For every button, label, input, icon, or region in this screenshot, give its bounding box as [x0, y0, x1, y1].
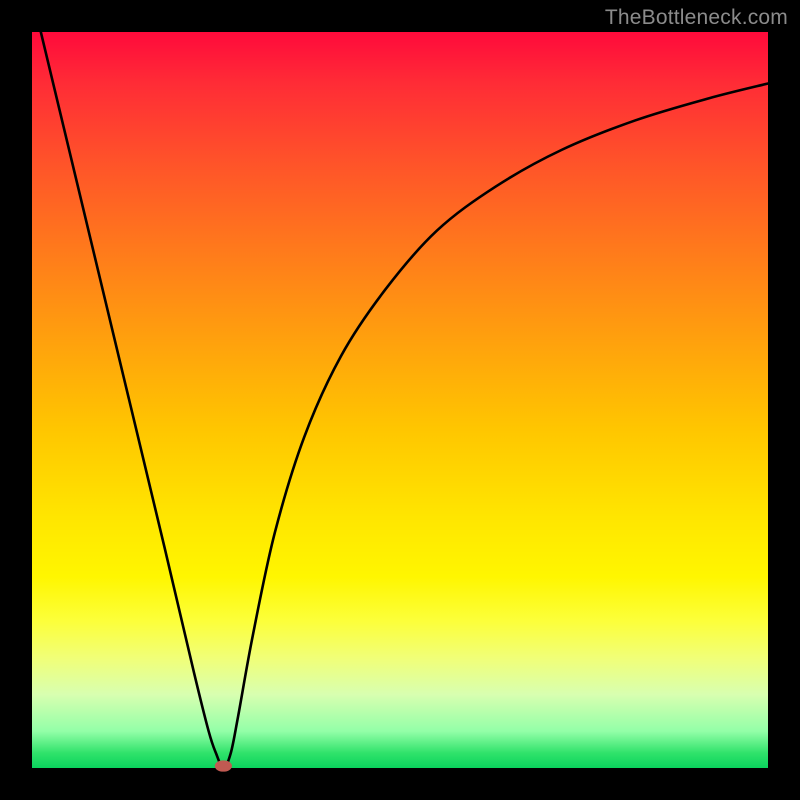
bottleneck-curve	[32, 0, 768, 768]
minimum-marker	[215, 761, 231, 771]
curve-layer	[32, 32, 768, 768]
chart-frame: TheBottleneck.com	[0, 0, 800, 800]
watermark-text: TheBottleneck.com	[605, 6, 788, 30]
plot-area	[32, 32, 768, 768]
